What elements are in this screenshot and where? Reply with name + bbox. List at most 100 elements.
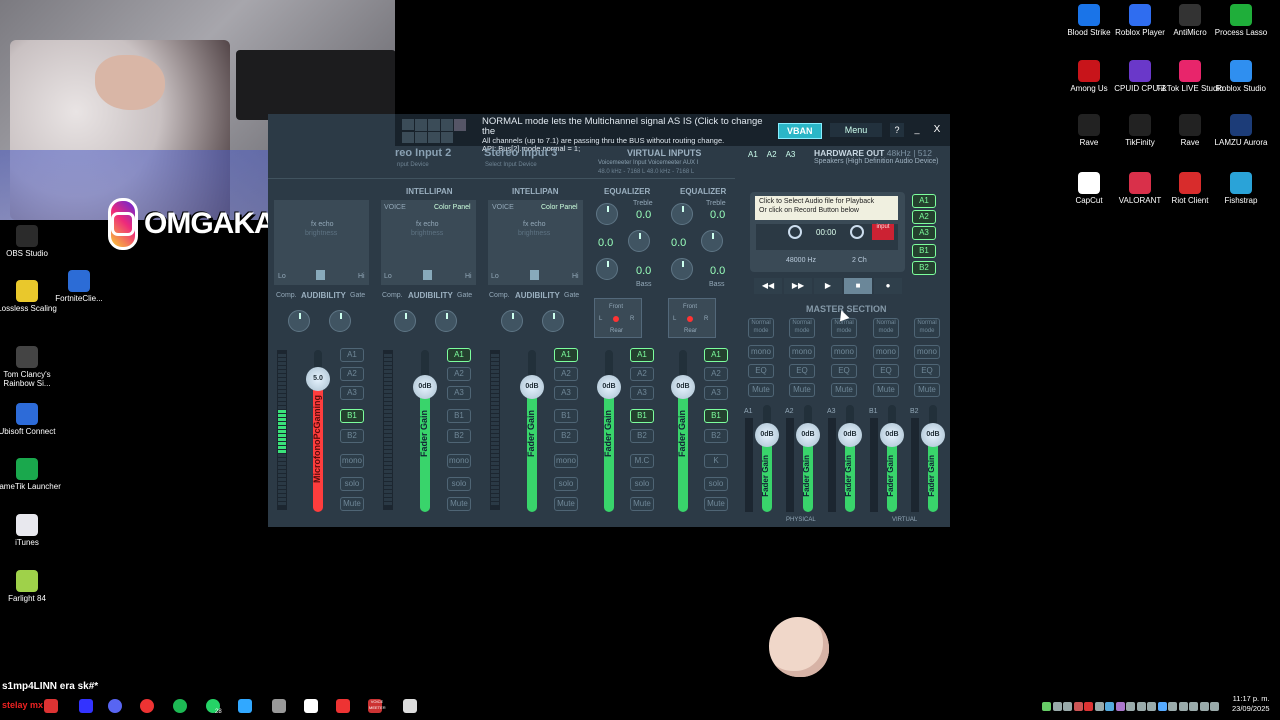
- discord-icon[interactable]: [108, 699, 122, 713]
- master-1-fader-thumb[interactable]: 0dB: [755, 423, 779, 447]
- strip4-bus-a3[interactable]: A3: [630, 386, 654, 400]
- master-5-fader-thumb[interactable]: 0dB: [921, 423, 945, 447]
- record-icon[interactable]: ●: [874, 278, 902, 294]
- tray-icon[interactable]: [1157, 702, 1167, 711]
- fortnite-client-shortcut[interactable]: FortniteClie...: [44, 270, 114, 303]
- master-4-eq-button[interactable]: EQ: [873, 364, 899, 378]
- gate-knob-3[interactable]: [542, 310, 564, 332]
- play-icon[interactable]: ▶: [814, 278, 842, 294]
- strip2-fader-thumb[interactable]: 0dB: [413, 375, 437, 399]
- strip3-solo-button[interactable]: solo: [554, 477, 578, 491]
- recorder-bus-b2[interactable]: B2: [912, 261, 936, 275]
- spotify-icon[interactable]: [173, 699, 187, 713]
- master-5-eq-button[interactable]: EQ: [914, 364, 940, 378]
- strip5-bus-a2[interactable]: A2: [704, 367, 728, 381]
- game-icon[interactable]: [79, 699, 93, 713]
- tray-icon[interactable]: [1168, 702, 1177, 711]
- recorder-bus-a2[interactable]: A2: [912, 210, 936, 224]
- hw-out-device[interactable]: Speakers (High Definition Audio Device): [814, 158, 939, 165]
- recorder-bus-a1[interactable]: A1: [912, 194, 936, 208]
- recorder-hint[interactable]: Click to Select Audio file for Playback …: [755, 196, 898, 220]
- master-4-fader-thumb[interactable]: 0dB: [880, 423, 904, 447]
- fishstrap-shortcut[interactable]: Fishstrap: [1206, 172, 1276, 205]
- tikfinity-taskbar-icon[interactable]: [336, 699, 350, 713]
- master-2-mode-button[interactable]: Normal mode: [789, 318, 815, 338]
- gametik-shortcut[interactable]: GameTik Launcher: [0, 458, 62, 491]
- strip2-mute-button[interactable]: Mute: [447, 497, 471, 511]
- strip4-bus-b2[interactable]: B2: [630, 429, 654, 443]
- pan-dot-1[interactable]: [613, 316, 619, 322]
- itunes-shortcut[interactable]: iTunes: [0, 514, 62, 547]
- strip2-mono-button[interactable]: mono: [447, 454, 471, 468]
- brush-icon[interactable]: [272, 699, 286, 713]
- photoshop-icon[interactable]: [238, 699, 252, 713]
- rewind-icon[interactable]: ◀◀: [754, 278, 782, 294]
- master-3-fader-thumb[interactable]: 0dB: [838, 423, 862, 447]
- minimize-button[interactable]: _: [910, 123, 924, 137]
- input3-title[interactable]: Stereo Input 3: [484, 147, 557, 159]
- tray-icon[interactable]: [1136, 702, 1146, 711]
- strip4-solo-button[interactable]: solo: [630, 477, 654, 491]
- roblox-studio-shortcut[interactable]: Roblox Studio: [1206, 60, 1276, 93]
- master-1-mono-button[interactable]: mono: [748, 345, 774, 359]
- master-2-eq-button[interactable]: EQ: [789, 364, 815, 378]
- pan-dot-2[interactable]: [687, 316, 693, 322]
- strip4-fader-thumb[interactable]: 0dB: [597, 375, 621, 399]
- master-3-eq-button[interactable]: EQ: [831, 364, 857, 378]
- master-2-mono-button[interactable]: mono: [789, 345, 815, 359]
- hw-out-title[interactable]: HARDWARE OUT 48kHz | 512: [814, 148, 932, 158]
- strip1-mute-button[interactable]: Mute: [340, 497, 364, 511]
- strip1-solo-button[interactable]: solo: [340, 477, 364, 491]
- strip2-bus-a1[interactable]: A1: [447, 348, 471, 362]
- strip3-mute-button[interactable]: Mute: [554, 497, 578, 511]
- recorder-channels[interactable]: 2 Ch: [852, 257, 867, 264]
- tray-icon[interactable]: [1073, 702, 1083, 711]
- master-4-mono-button[interactable]: mono: [873, 345, 899, 359]
- strip1-fader-thumb[interactable]: 5.0: [306, 367, 330, 391]
- master-5-mono-button[interactable]: mono: [914, 345, 940, 359]
- master-1-mute-button[interactable]: Mute: [748, 383, 774, 397]
- recorder-bus-b1[interactable]: B1: [912, 244, 936, 258]
- recorder-input-badge[interactable]: input: [872, 224, 894, 240]
- master-3-mute-button[interactable]: Mute: [831, 383, 857, 397]
- master-2-mute-button[interactable]: Mute: [789, 383, 815, 397]
- tray-icon[interactable]: [1105, 702, 1114, 711]
- taskbar-clock[interactable]: 11:17 p. m. 23/09/2025: [1232, 694, 1270, 714]
- strip1-bus-a2[interactable]: A2: [340, 367, 364, 381]
- input2-device[interactable]: nput Device: [397, 162, 429, 168]
- strip3-bus-a3[interactable]: A3: [554, 386, 578, 400]
- master-3-mode-button[interactable]: Normal mode: [831, 318, 857, 338]
- master-5-mode-button[interactable]: Normal mode: [914, 318, 940, 338]
- tray-icon[interactable]: [1063, 702, 1072, 711]
- master-4-mute-button[interactable]: Mute: [873, 383, 899, 397]
- strip5-bus-a3[interactable]: A3: [704, 386, 728, 400]
- farlight-shortcut[interactable]: Farlight 84: [0, 570, 62, 603]
- comp-knob-2[interactable]: [394, 310, 416, 332]
- obs-studio-shortcut[interactable]: OBS Studio: [0, 225, 62, 258]
- ubisoft-shortcut[interactable]: Ubisoft Connect: [0, 403, 62, 436]
- flag-icon[interactable]: [44, 699, 58, 713]
- comp-knob-3[interactable]: [501, 310, 523, 332]
- strip4-bus-a2[interactable]: A2: [630, 367, 654, 381]
- player-icon[interactable]: [140, 699, 154, 713]
- strip1-bus-b1[interactable]: B1: [340, 409, 364, 423]
- strip3-fader-thumb[interactable]: 0dB: [520, 375, 544, 399]
- bass-knob-1[interactable]: [596, 258, 618, 280]
- pan-handle-3[interactable]: [530, 270, 539, 280]
- tray-icon[interactable]: [1042, 702, 1051, 711]
- tray-icon[interactable]: [1094, 702, 1104, 711]
- gate-knob-2[interactable]: [435, 310, 457, 332]
- treble-knob-2[interactable]: [671, 203, 693, 225]
- tray-icon[interactable]: [1178, 702, 1188, 711]
- recorder-rate[interactable]: 48000 Hz: [786, 257, 816, 264]
- tray-icon[interactable]: [1147, 702, 1156, 711]
- strip5-fader-thumb[interactable]: 0dB: [671, 375, 695, 399]
- hw-out-a2[interactable]: A2: [767, 150, 777, 159]
- tray-icon[interactable]: [1084, 702, 1093, 711]
- bass-knob-2[interactable]: [671, 258, 693, 280]
- strip2-bus-b1[interactable]: B1: [447, 409, 471, 423]
- lamzu-shortcut[interactable]: LAMZU Aurora: [1206, 114, 1276, 147]
- input2-title[interactable]: reo Input 2: [395, 147, 451, 159]
- strip2-bus-a3[interactable]: A3: [447, 386, 471, 400]
- mid-knob-1[interactable]: [628, 230, 650, 252]
